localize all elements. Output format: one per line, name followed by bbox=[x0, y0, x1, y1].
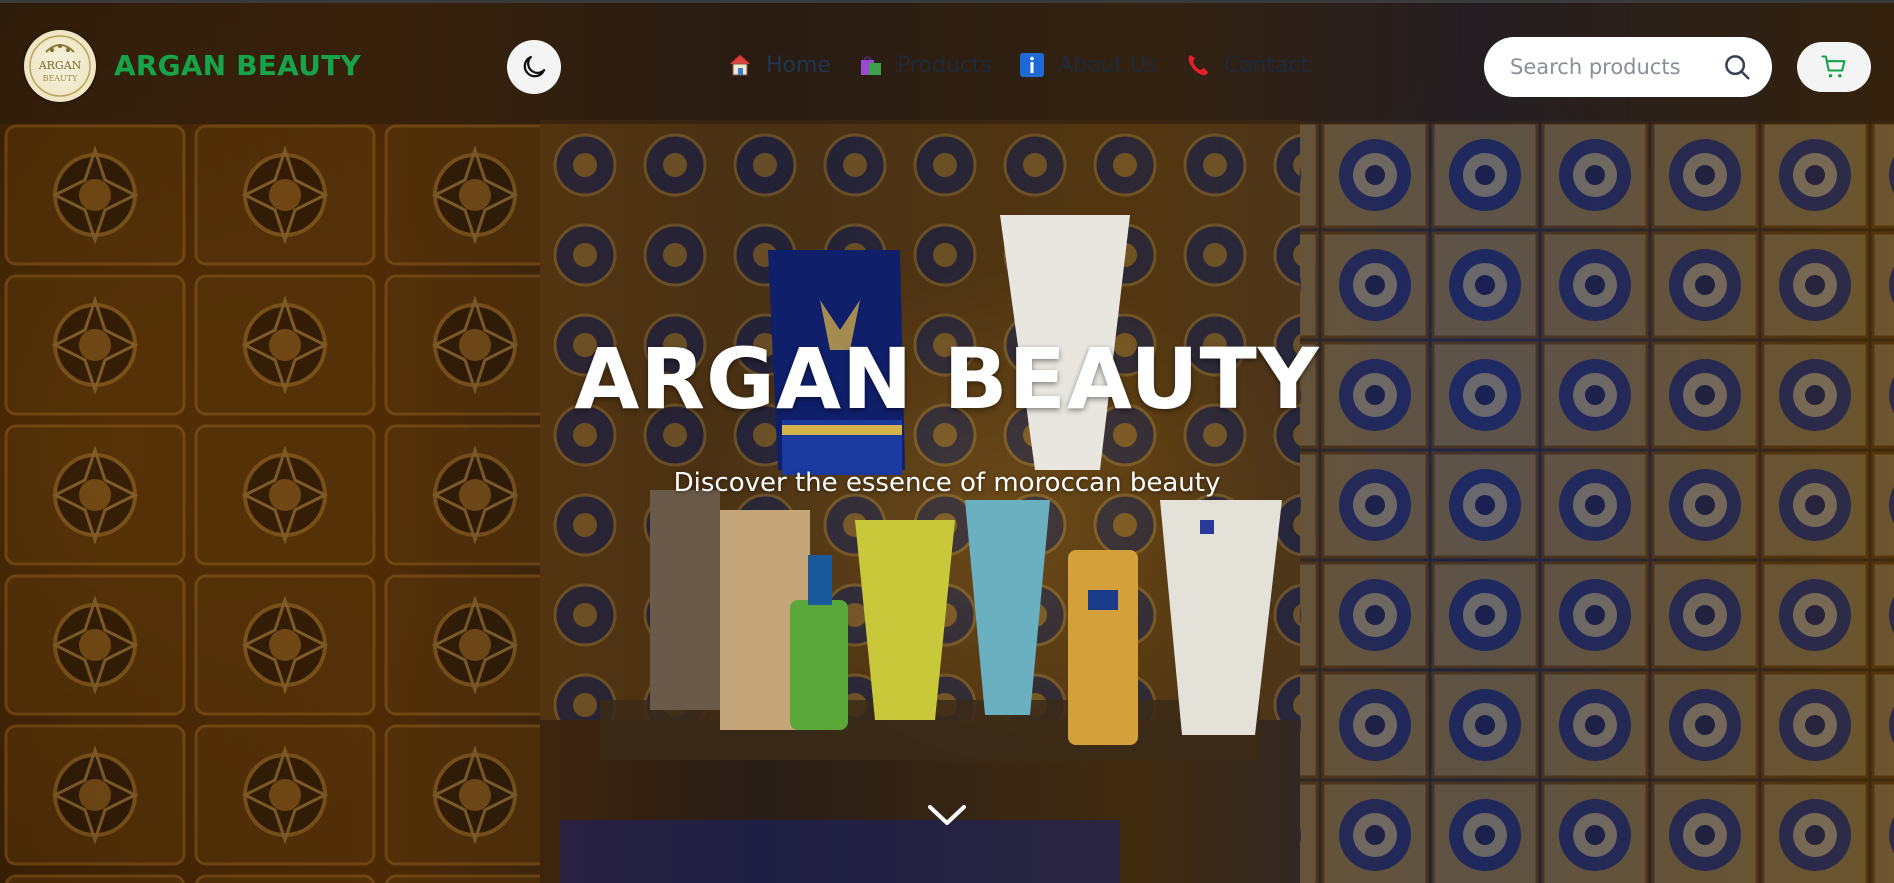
search-box bbox=[1484, 37, 1772, 97]
nav-label-contact: Contact bbox=[1223, 52, 1310, 78]
shopping-bags-icon bbox=[857, 51, 885, 79]
cart-button[interactable] bbox=[1797, 42, 1871, 92]
chevron-down-icon bbox=[928, 805, 966, 825]
nav-item-home[interactable]: Home bbox=[726, 51, 831, 79]
search-input[interactable] bbox=[1508, 54, 1712, 80]
nav-label-home: Home bbox=[766, 52, 831, 78]
brand-name[interactable]: ARGAN BEAUTY bbox=[114, 49, 361, 82]
search-icon[interactable] bbox=[1722, 52, 1752, 82]
cart-icon bbox=[1821, 55, 1846, 78]
scroll-down-button[interactable] bbox=[922, 795, 972, 835]
nav-item-products[interactable]: Products bbox=[857, 51, 992, 79]
nav-label-products: Products bbox=[896, 52, 992, 78]
theme-toggle-button[interactable] bbox=[507, 40, 561, 94]
svg-text:BEAUTY: BEAUTY bbox=[43, 74, 79, 83]
main-nav: Home Products About Us Contact bbox=[726, 51, 1335, 79]
brand-logo[interactable]: ARGAN BEAUTY bbox=[24, 30, 96, 102]
product-display-image bbox=[600, 215, 1282, 760]
info-icon bbox=[1018, 51, 1046, 79]
nav-item-contact[interactable]: Contact bbox=[1184, 51, 1310, 79]
hero-title: ARGAN BEAUTY bbox=[574, 330, 1320, 428]
svg-text:ARGAN: ARGAN bbox=[38, 59, 82, 72]
page: ARGAN BEAUTY ARGAN BEAUTY Home Products … bbox=[0, 0, 1894, 883]
logo-emblem-icon: ARGAN BEAUTY bbox=[29, 35, 91, 97]
site-header: ARGAN BEAUTY ARGAN BEAUTY Home Products … bbox=[0, 0, 1894, 124]
moon-icon bbox=[523, 55, 546, 78]
hero-subtitle: Discover the essence of moroccan beauty bbox=[673, 468, 1221, 498]
telephone-icon bbox=[1184, 51, 1212, 79]
nav-label-about: About Us bbox=[1057, 52, 1158, 78]
nav-item-about[interactable]: About Us bbox=[1018, 51, 1158, 79]
house-icon bbox=[726, 51, 754, 79]
